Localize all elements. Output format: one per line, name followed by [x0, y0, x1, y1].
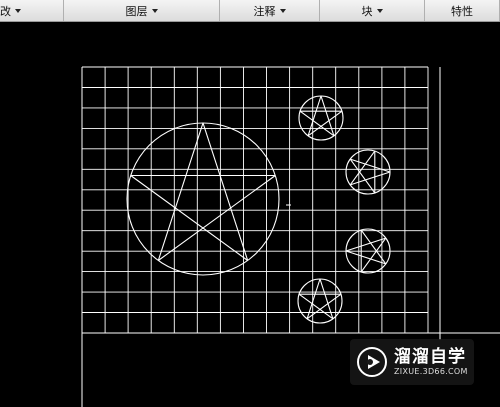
watermark-badge: 溜溜自学 ZIXUE.3D66.COM	[350, 339, 474, 385]
ribbon-panel-bar: 改 图层 注释 块 特性	[0, 0, 500, 22]
star-edge	[349, 150, 376, 186]
star-edge	[345, 250, 386, 265]
star-edge	[202, 122, 249, 261]
drawing-grid	[81, 66, 429, 334]
star-edge	[320, 95, 335, 136]
panel-block[interactable]: 块	[320, 0, 425, 21]
chevron-down-icon	[376, 8, 383, 13]
watermark-title: 溜溜自学	[394, 347, 466, 367]
panel-modify-label: 改	[0, 4, 11, 18]
small-star-1	[298, 95, 344, 141]
panel-block-label: 块	[361, 4, 373, 18]
large-star	[126, 122, 280, 276]
small-star-2	[345, 149, 391, 195]
star-edge	[350, 171, 391, 186]
star-edge	[157, 122, 204, 261]
chevron-down-icon	[15, 8, 21, 13]
panel-annotation[interactable]: 注释	[220, 0, 320, 21]
star-edge	[157, 175, 276, 261]
panel-properties[interactable]: 特性	[425, 0, 500, 21]
watermark-url: ZIXUE.3D66.COM	[394, 367, 468, 376]
star-edge	[299, 110, 335, 137]
chevron-down-icon	[279, 8, 286, 13]
star-figures	[126, 95, 391, 324]
star-edge	[307, 95, 322, 136]
star-circumcircle	[126, 122, 280, 276]
panel-properties-label: 特性	[451, 4, 473, 18]
star-edge	[349, 158, 376, 194]
panel-modify[interactable]: 改	[0, 0, 64, 21]
panel-layers-label: 图层	[125, 4, 148, 18]
star-circumcircle	[298, 95, 344, 141]
cad-application: 改 图层 注释 块 特性 溜溜自学 ZIXUE.3D66.COM	[0, 0, 500, 407]
star-edge	[350, 158, 391, 173]
star-edge	[307, 110, 343, 137]
star-edge	[130, 175, 249, 261]
star-edge	[345, 237, 386, 252]
panel-annotation-label: 注释	[253, 4, 276, 18]
chevron-down-icon	[151, 8, 158, 13]
play-logo-icon	[357, 347, 387, 377]
star-edge	[298, 293, 334, 320]
panel-layers[interactable]: 图层	[64, 0, 220, 21]
star-circumcircle	[345, 149, 391, 195]
